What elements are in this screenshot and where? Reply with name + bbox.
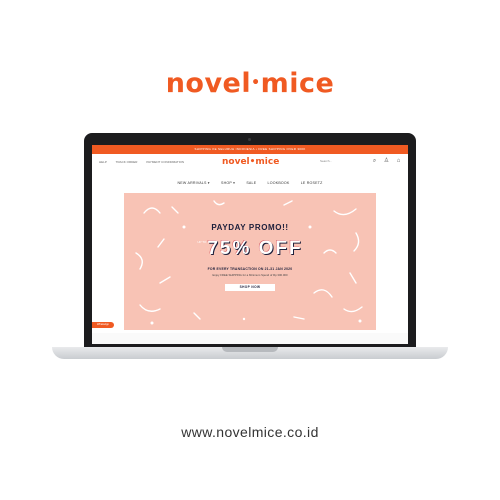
promo-title: PAYDAY PROMO!!: [211, 223, 289, 232]
webcam: [248, 138, 251, 141]
nav-lookbook[interactable]: LOOKBOOK: [268, 181, 290, 185]
laptop-screen-frame: SHIPPING KE SELURUH INDONESIA • FREE SHI…: [84, 133, 416, 347]
user-icon[interactable]: ♙: [383, 158, 390, 165]
promo-period: FOR EVERY TRANSACTION ON 21-31 JAN 2020: [207, 267, 293, 271]
help-link[interactable]: HELP: [99, 160, 107, 164]
confetti-decoration: [135, 200, 363, 325]
page-content-strip: [92, 333, 408, 344]
discount-text: 75% OFF: [207, 238, 303, 259]
nav-new-arrivals[interactable]: NEW ARRIVALS ▾: [178, 181, 210, 185]
site-logo[interactable]: novel•mice: [222, 157, 279, 167]
laptop-notch: [222, 347, 278, 352]
utility-links: HELP TRACK ORDER PAYMENT CONFIRMATION: [99, 160, 192, 164]
cart-icon[interactable]: ⌂: [395, 158, 402, 165]
website-url[interactable]: www.novelmice.co.id: [0, 424, 500, 440]
payment-confirmation-link[interactable]: PAYMENT CONFIRMATION: [146, 160, 184, 164]
up-to-label: UP TO: [197, 240, 207, 244]
whatsapp-button[interactable]: WhatsApp: [92, 322, 114, 328]
nav-shop[interactable]: SHOP ▾: [221, 181, 235, 185]
nav-le-rosetz[interactable]: LE ROSETZ: [301, 181, 323, 185]
track-order-link[interactable]: TRACK ORDER: [116, 160, 138, 164]
main-nav: NEW ARRIVALS ▾ SHOP ▾ SALE LOOKBOOK LE R…: [92, 181, 408, 185]
laptop-base: [52, 347, 448, 359]
free-shipping-note: Enjoy FREE SHIPPING for a Minimum Spend …: [212, 273, 288, 277]
promo-banner[interactable]: PAYDAY PROMO!! UP TO75% OFF FOR EVERY TR…: [124, 193, 376, 330]
search-icon[interactable]: ⌕: [371, 158, 378, 165]
discount-row: UP TO75% OFF: [124, 238, 376, 260]
nav-sale[interactable]: SALE: [246, 181, 256, 185]
website-screen: SHIPPING KE SELURUH INDONESIA • FREE SHI…: [92, 145, 408, 344]
shop-now-button[interactable]: SHOP NOW: [225, 284, 275, 291]
announcement-bar: SHIPPING KE SELURUH INDONESIA • FREE SHI…: [92, 145, 408, 154]
search-input[interactable]: Search...: [320, 158, 368, 165]
